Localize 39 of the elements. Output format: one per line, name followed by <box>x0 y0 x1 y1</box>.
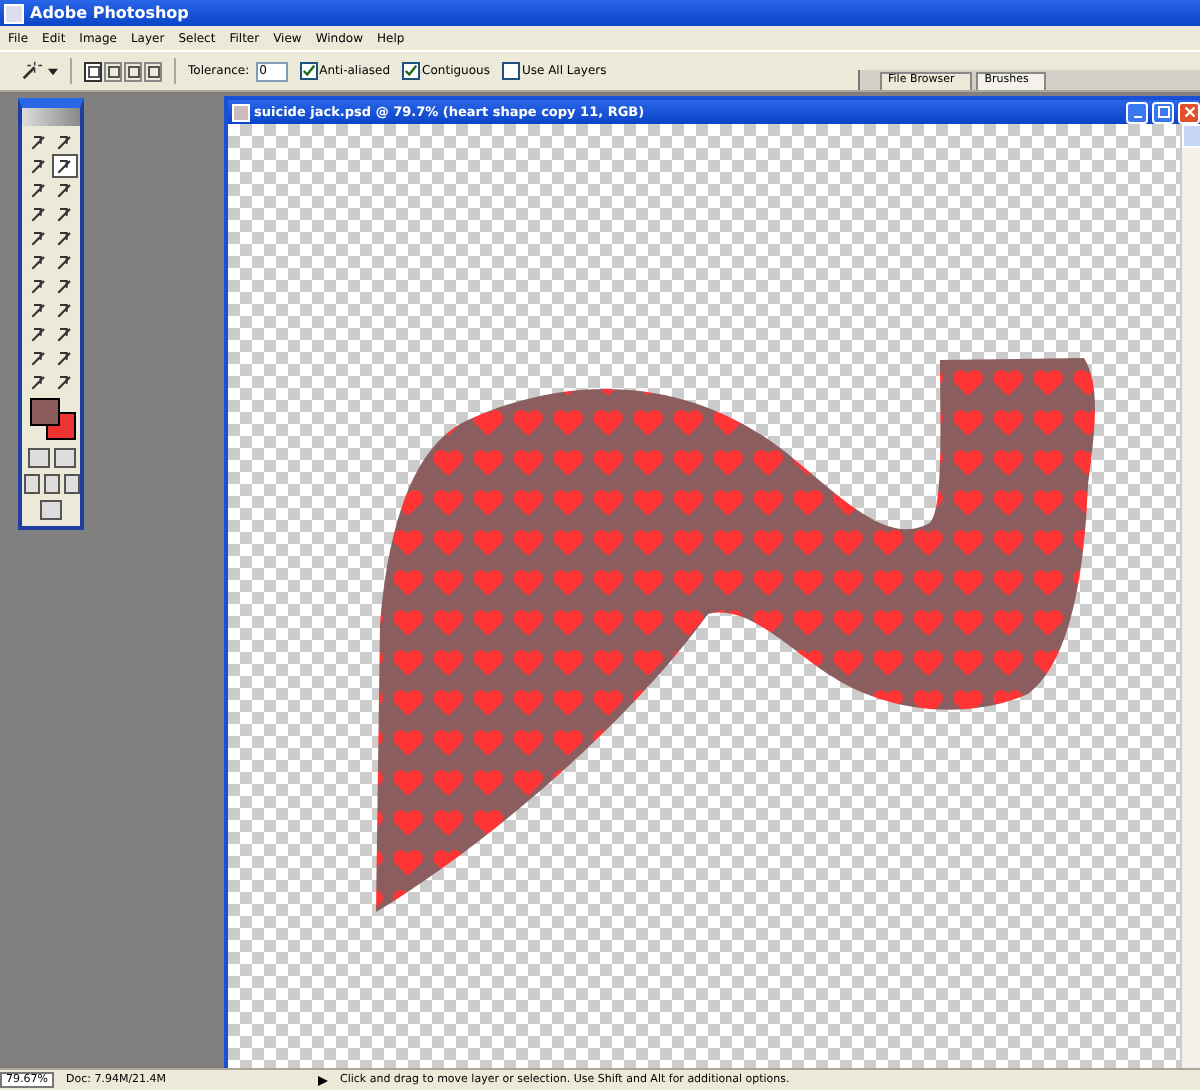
tool-icon[interactable] <box>53 204 75 224</box>
checkbox[interactable] <box>501 62 520 80</box>
tool-icon[interactable] <box>53 348 75 368</box>
selection-mode-button[interactable] <box>124 61 142 81</box>
window-title: Adobe Photoshop <box>30 4 189 22</box>
tool-icon[interactable] <box>53 228 75 248</box>
color-swatches-drawing[interactable] <box>25 398 77 442</box>
tool-icon[interactable] <box>27 228 49 248</box>
tool-icon[interactable] <box>53 252 75 272</box>
app-icon <box>4 3 24 23</box>
selection-mode-button[interactable] <box>84 61 102 81</box>
maximize-button[interactable] <box>1152 101 1174 123</box>
minimize-button[interactable] <box>1126 101 1148 123</box>
play-icon <box>317 1075 328 1085</box>
magic-wand-icon[interactable] <box>20 60 42 82</box>
tool-icon[interactable] <box>53 180 75 200</box>
close-button[interactable] <box>1178 101 1200 123</box>
tool-icon[interactable] <box>27 204 49 224</box>
tool-icon[interactable] <box>27 372 49 392</box>
checkbox[interactable] <box>402 62 421 80</box>
tool-icon[interactable] <box>53 324 75 344</box>
tool-icon[interactable] <box>27 300 49 320</box>
caret-icon[interactable] <box>48 67 58 75</box>
tool-icon[interactable] <box>27 324 49 344</box>
checkbox[interactable] <box>299 62 318 80</box>
selection-mode-button[interactable] <box>104 61 122 81</box>
tool-icon[interactable] <box>27 276 49 296</box>
toolbox-header <box>22 108 80 126</box>
tool-icon[interactable] <box>27 252 49 272</box>
selection-mode-button[interactable] <box>144 61 162 81</box>
tool-icon[interactable] <box>53 276 75 296</box>
tool-icon[interactable] <box>27 180 49 200</box>
tool-icon[interactable] <box>27 348 49 368</box>
tool-icon[interactable] <box>27 156 49 176</box>
tool-icon[interactable] <box>53 372 75 392</box>
tool-icon[interactable] <box>53 132 75 152</box>
tool-icon[interactable] <box>53 156 75 176</box>
tool-icon[interactable] <box>53 300 75 320</box>
tool-icon[interactable] <box>27 132 49 152</box>
